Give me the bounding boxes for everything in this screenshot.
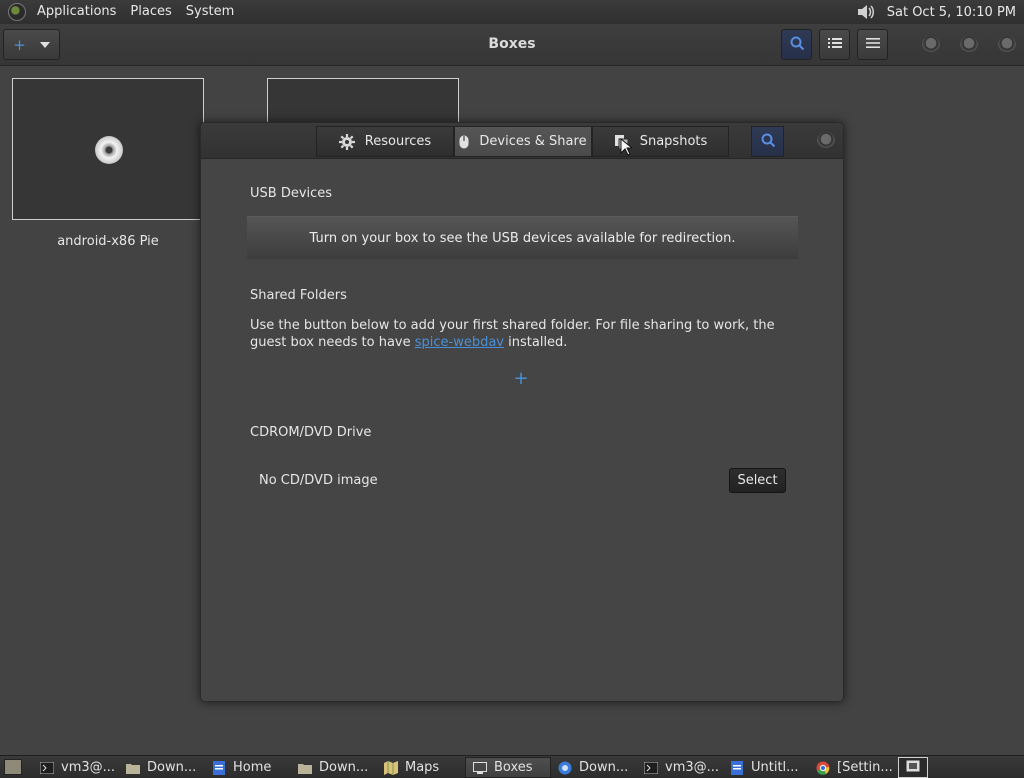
properties-dialog: Resources Devices & Share Snapshots USB … [200,122,844,702]
hamburger-icon [865,37,880,53]
tab-label: Snapshots [639,134,708,149]
taskbar-label: vm3@... [61,760,116,775]
close-window-icon[interactable] [998,36,1016,52]
map-icon [383,760,399,775]
shared-folders-description: Use the button below to add your first s… [250,317,810,351]
search-icon [760,132,776,152]
menu-system[interactable]: System [179,0,241,24]
gear-icon [338,133,355,150]
header-bar: + Boxes [0,24,1024,66]
properties-search-button[interactable] [751,126,784,157]
show-desktop-icon[interactable] [4,759,22,775]
volume-icon[interactable] [855,2,875,22]
workspace-icon [906,760,920,776]
plus-icon: + [513,368,529,389]
boxes-icon [472,761,488,775]
top-panel: Applications Places System Sat Oct 5, 10… [0,0,1024,24]
taskbar-label: Down... [579,760,629,775]
properties-header: Resources Devices & Share Snapshots [201,123,843,159]
taskbar-item[interactable]: vm3@... [637,757,723,778]
cdrom-title: CDROM/DVD Drive [250,425,372,440]
distro-logo-icon[interactable] [8,3,26,21]
tab-snapshots[interactable]: Snapshots [592,126,729,157]
workspace-switcher[interactable] [898,757,928,778]
taskbar-label: Maps [405,760,440,775]
taskbar-label: Home [233,760,272,775]
search-icon [789,35,805,55]
taskbar-label: Boxes [494,760,533,775]
taskbar-item-active[interactable]: Boxes [465,757,551,778]
search-button[interactable] [781,29,812,60]
taskbar-item[interactable]: Home [205,757,291,778]
taskbar-label: vm3@... [665,760,720,775]
tab-label: Resources [364,134,432,149]
select-cd-button[interactable]: Select [729,468,786,493]
tab-resources[interactable]: Resources [316,126,454,157]
shared-desc-text-end: installed. [504,335,568,350]
tab-devices-share[interactable]: Devices & Share [454,126,592,157]
taskbar-item[interactable]: Down... [291,757,377,778]
cdrom-value: No CD/DVD image [259,473,378,488]
terminal-icon [39,761,55,775]
mouse-icon [459,135,469,149]
minimize-window-icon[interactable] [922,36,940,52]
close-properties-icon[interactable] [817,132,835,148]
taskbar-item[interactable]: Maps [377,757,463,778]
usb-devices-message: Turn on your box to see the USB devices … [247,216,798,259]
taskbar-label: Down... [319,760,369,775]
shared-folders-title: Shared Folders [250,288,347,303]
taskbar-item[interactable]: vm3@... [33,757,119,778]
taskbar: vm3@... Down... Home Down... Maps Boxes … [0,755,1024,778]
menu-places[interactable]: Places [123,0,178,24]
folder-icon [297,761,313,775]
taskbar-item[interactable]: Down... [551,757,637,778]
tab-label: Devices & Share [479,134,587,149]
usb-message-text: Turn on your box to see the USB devices … [309,230,736,246]
add-shared-folder-button[interactable]: + [513,368,529,389]
clock[interactable]: Sat Oct 5, 10:10 PM [887,5,1020,20]
list-view-button[interactable] [819,29,850,60]
taskbar-item[interactable]: Down... [119,757,205,778]
browser-icon [557,761,573,775]
chrome-icon [815,761,831,775]
box-name[interactable]: android-x86 Pie [12,234,204,249]
taskbar-item[interactable]: [Settin... [809,757,895,778]
menu-applications[interactable]: Applications [30,0,123,24]
box-thumbnail[interactable] [12,78,204,220]
document-icon [729,760,745,775]
menu-button[interactable] [857,29,888,60]
list-icon [827,37,842,53]
panel-menu-bar: Applications Places System [0,0,241,24]
maximize-window-icon[interactable] [960,36,978,52]
taskbar-label: [Settin... [837,760,893,775]
usb-devices-title: USB Devices [250,186,333,201]
document-icon [211,760,227,775]
spice-webdav-link[interactable]: spice-webdav [415,335,504,350]
cd-icon [95,136,123,164]
folder-icon [125,761,141,775]
mouse-cursor-icon [620,137,634,156]
terminal-icon [643,761,659,775]
taskbar-label: Untitl... [751,760,799,775]
taskbar-label: Down... [147,760,197,775]
taskbar-item[interactable]: Untitl... [723,757,809,778]
